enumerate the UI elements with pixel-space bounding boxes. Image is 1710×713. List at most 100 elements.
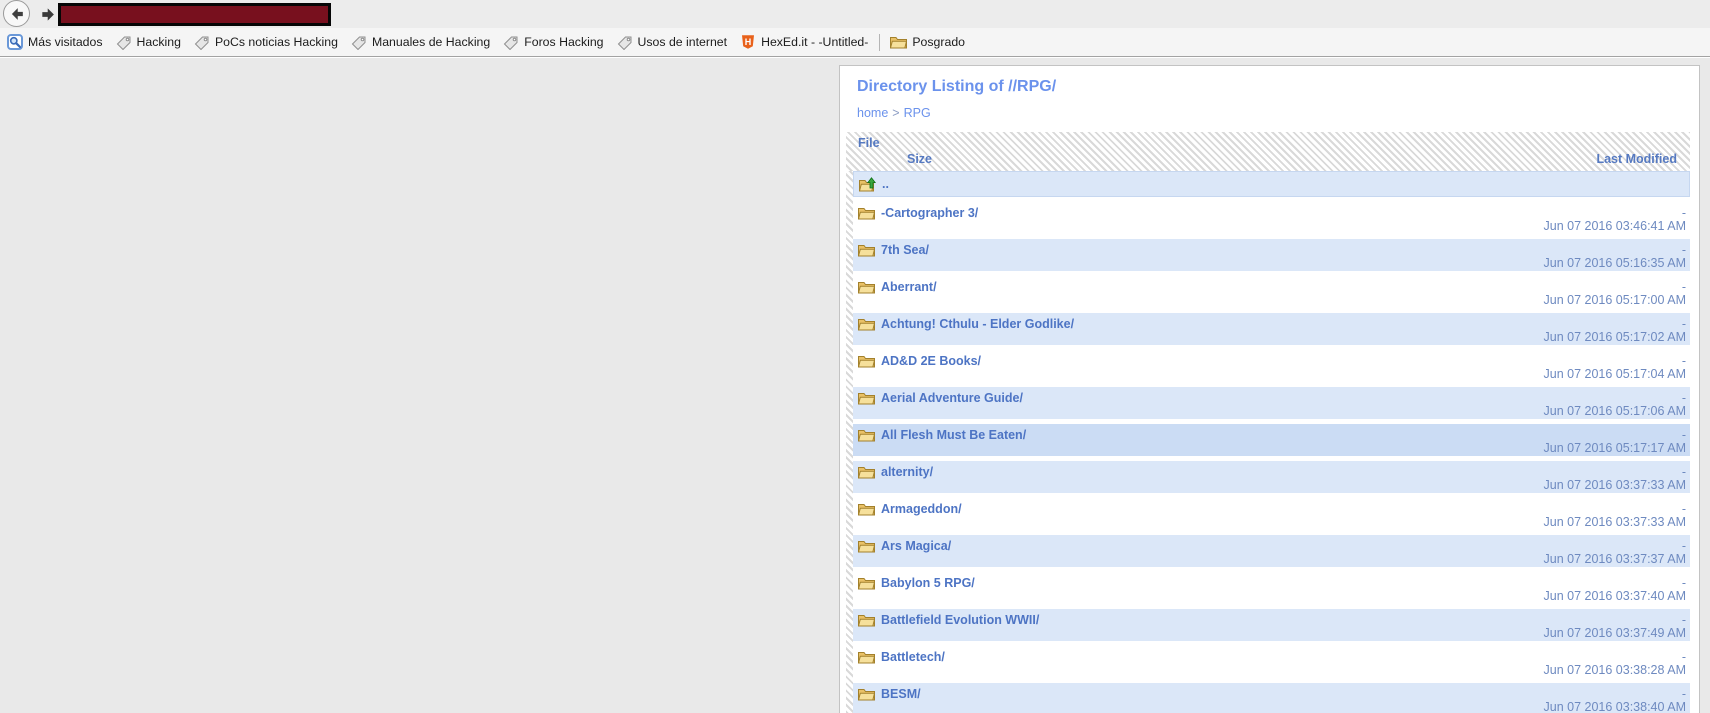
- bookmark-usos-de-internet[interactable]: Usos de internet: [613, 32, 737, 52]
- tag-icon: [503, 34, 519, 50]
- folder-link[interactable]: alternity/: [881, 465, 933, 479]
- parent-directory-row[interactable]: ..: [853, 171, 1690, 197]
- column-header-file[interactable]: File: [858, 136, 880, 150]
- last-modified: Jun 07 2016 03:37:49 AM: [1543, 626, 1686, 640]
- tag-icon: [351, 34, 367, 50]
- folder-link[interactable]: Achtung! Cthulu - Elder Godlike/: [881, 317, 1074, 331]
- last-modified: Jun 07 2016 05:17:00 AM: [1543, 293, 1686, 307]
- folder-link[interactable]: Babylon 5 RPG/: [881, 576, 975, 590]
- breadcrumb-separator: >: [892, 106, 900, 120]
- file-size: -: [1681, 390, 1686, 405]
- forward-button[interactable]: [36, 3, 60, 25]
- folder-icon: [858, 280, 875, 294]
- folder-icon: [890, 35, 908, 49]
- folder-icon: [858, 243, 875, 257]
- folder-icon: [858, 206, 875, 220]
- browser-window: Más visitados Hacking PoCs noticias Hack…: [0, 0, 1710, 713]
- file-size: -: [1681, 427, 1686, 442]
- folder-icon: [858, 465, 875, 479]
- last-modified: Jun 07 2016 03:37:40 AM: [1543, 589, 1686, 603]
- folder-icon: [858, 354, 875, 368]
- folder-link[interactable]: BESM/: [881, 687, 921, 701]
- last-modified: Jun 07 2016 05:16:35 AM: [1543, 256, 1686, 270]
- file-size: -: [1681, 538, 1686, 553]
- folder-link[interactable]: Battletech/: [881, 650, 945, 664]
- table-row: Babylon 5 RPG/ - Jun 07 2016 03:37:40 AM: [853, 572, 1690, 604]
- page-background: Directory Listing of //RPG/ home > RPG Fil…: [0, 58, 1710, 713]
- folder-link[interactable]: Battlefield Evolution WWII/: [881, 613, 1039, 627]
- bookmark-manuales-de-hacking[interactable]: Manuales de Hacking: [347, 32, 499, 52]
- table-row: Aberrant/ - Jun 07 2016 05:17:00 AM: [853, 276, 1690, 308]
- last-modified: Jun 07 2016 03:37:33 AM: [1543, 478, 1686, 492]
- bookmark-pocs-noticias-hacking[interactable]: PoCs noticias Hacking: [190, 32, 347, 52]
- file-size: -: [1681, 501, 1686, 516]
- last-modified: Jun 07 2016 03:37:33 AM: [1543, 515, 1686, 529]
- breadcrumb-home-link[interactable]: home: [857, 106, 888, 120]
- file-listing-table: File Size Last Modified .. -Cartographer…: [846, 132, 1690, 713]
- folder-link[interactable]: 7th Sea/: [881, 243, 929, 257]
- tag-icon: [116, 34, 132, 50]
- bookmark-foros-hacking[interactable]: Foros Hacking: [499, 32, 612, 52]
- folder-link[interactable]: Aerial Adventure Guide/: [881, 391, 1023, 405]
- last-modified: Jun 07 2016 05:17:17 AM: [1543, 441, 1686, 455]
- bookmark-mas-visitados[interactable]: Más visitados: [3, 32, 112, 52]
- folder-icon: [858, 576, 875, 590]
- bookmarks-toolbar: Más visitados Hacking PoCs noticias Hack…: [0, 28, 1710, 57]
- most-visited-icon: [7, 34, 23, 50]
- breadcrumb-current-link[interactable]: RPG: [904, 106, 931, 120]
- folder-link[interactable]: AD&D 2E Books/: [881, 354, 981, 368]
- last-modified: Jun 07 2016 03:46:41 AM: [1543, 219, 1686, 233]
- file-size: -: [1681, 242, 1686, 257]
- bookmark-label: Foros Hacking: [524, 35, 604, 49]
- bookmarks-separator: [879, 33, 881, 51]
- last-modified: Jun 07 2016 03:38:40 AM: [1543, 700, 1686, 713]
- page-title: Directory Listing of //RPG/: [857, 78, 1057, 95]
- folder-icon: [858, 613, 875, 627]
- file-size: -: [1681, 464, 1686, 479]
- table-row: 7th Sea/ - Jun 07 2016 05:16:35 AM: [853, 239, 1690, 271]
- table-header: File Size Last Modified: [846, 132, 1690, 171]
- parent-folder-up-icon: [859, 176, 876, 192]
- table-row: Battletech/ - Jun 07 2016 03:38:28 AM: [853, 646, 1690, 678]
- table-row: Aerial Adventure Guide/ - Jun 07 2016 05…: [853, 387, 1690, 419]
- folder-link[interactable]: Aberrant/: [881, 280, 937, 294]
- folder-link[interactable]: All Flesh Must Be Eaten/: [881, 428, 1026, 442]
- file-size: -: [1681, 649, 1686, 664]
- table-row: All Flesh Must Be Eaten/ - Jun 07 2016 0…: [853, 424, 1690, 456]
- file-size: -: [1681, 686, 1686, 701]
- table-row: alternity/ - Jun 07 2016 03:37:33 AM: [853, 461, 1690, 493]
- folder-link[interactable]: Ars Magica/: [881, 539, 951, 553]
- folder-icon: [858, 391, 875, 405]
- file-size: -: [1681, 612, 1686, 627]
- back-arrow-icon: [9, 6, 25, 22]
- file-size: -: [1681, 353, 1686, 368]
- folder-icon: [858, 428, 875, 442]
- last-modified: Jun 07 2016 05:17:06 AM: [1543, 404, 1686, 418]
- column-header-size[interactable]: Size: [907, 152, 932, 166]
- table-row: BESM/ - Jun 07 2016 03:38:40 AM: [853, 683, 1690, 713]
- last-modified: Jun 07 2016 03:38:28 AM: [1543, 663, 1686, 677]
- bookmark-posgrado[interactable]: Posgrado: [886, 33, 974, 51]
- folder-link[interactable]: Armageddon/: [881, 502, 962, 516]
- bookmark-hacking[interactable]: Hacking: [112, 32, 190, 52]
- navigation-toolbar: [0, 0, 1710, 28]
- bookmark-label: PoCs noticias Hacking: [214, 35, 338, 49]
- hexedit-shield-icon: H: [740, 34, 756, 50]
- directory-listing-panel: Directory Listing of //RPG/ home > RPG Fil…: [839, 65, 1700, 713]
- parent-directory-link[interactable]: ..: [882, 177, 889, 191]
- folder-icon: [858, 502, 875, 516]
- bookmark-hexedit[interactable]: H HexEd.it - -Untitled-: [736, 32, 877, 52]
- file-size: -: [1681, 316, 1686, 331]
- bookmark-label: HexEd.it - -Untitled-: [761, 35, 869, 49]
- folder-icon: [858, 317, 875, 331]
- column-header-last-modified[interactable]: Last Modified: [1596, 152, 1677, 166]
- tag-icon: [617, 34, 633, 50]
- tag-icon: [194, 34, 210, 50]
- bookmark-label: Manuales de Hacking: [371, 35, 491, 49]
- table-row: Battlefield Evolution WWII/ - Jun 07 201…: [853, 609, 1690, 641]
- back-button[interactable]: [3, 0, 30, 27]
- folder-link[interactable]: -Cartographer 3/: [881, 206, 978, 220]
- file-size: -: [1681, 279, 1686, 294]
- address-bar-redacted[interactable]: [58, 3, 331, 26]
- last-modified: Jun 07 2016 03:37:37 AM: [1543, 552, 1686, 566]
